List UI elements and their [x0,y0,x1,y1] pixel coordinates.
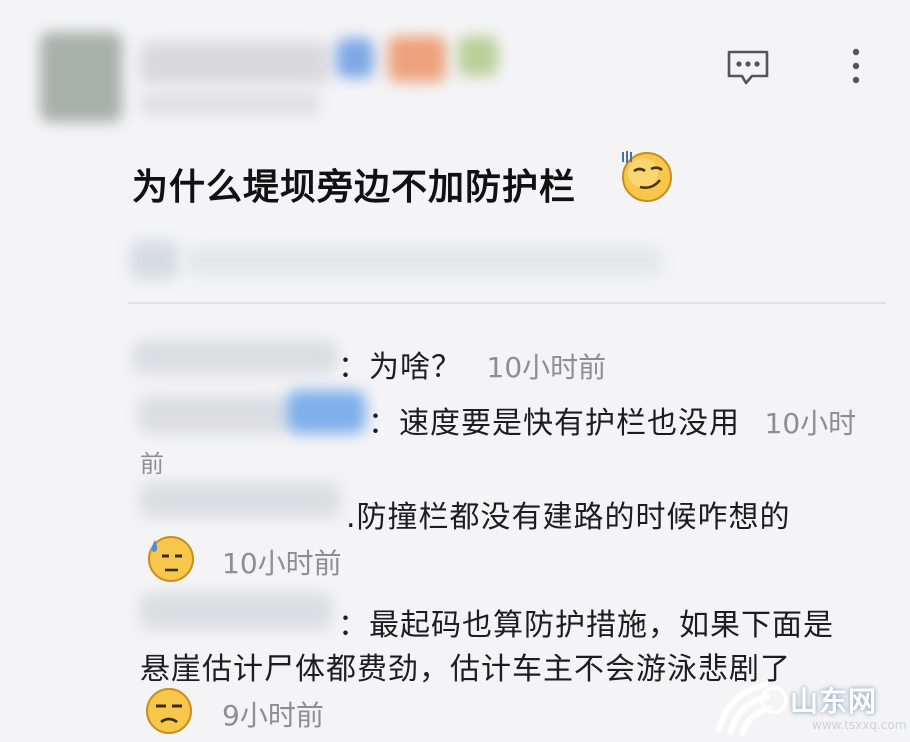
more-options-button[interactable] [842,44,870,88]
comment-time: 9小时前 [222,699,324,732]
commenter-name-redacted[interactable] [140,592,332,630]
post-meta-redacted [140,92,320,116]
comment-button[interactable] [724,48,772,88]
comment-time: 10小时 [764,407,857,440]
commenter-name-redacted[interactable] [132,340,338,374]
post-title: 为什么堤坝旁边不加防护栏 [132,167,577,208]
watermark-url: www.tsxxq.com [812,718,907,732]
more-vertical-icon [852,48,860,84]
comment-item[interactable]: ：速度要是快有护栏也没用 10小时 [368,398,856,442]
author-badge-redacted [336,38,374,78]
author-badge-redacted [458,36,498,76]
comment-text: ：最起码也算防护措施，如果下面是 [338,608,834,643]
comment-item[interactable]: ：最起码也算防护措施，如果下面是 [338,600,834,644]
watermark-brand: 山东网 [790,685,878,718]
comment-text-line2: 悬崖估计尸体都费劲，估计车主不会游泳悲剧了 [140,652,791,687]
comment-text: ：为啥？ [338,350,462,385]
author-avatar[interactable] [40,32,122,122]
comment-time-wrap: 前 [140,450,164,478]
comment-item[interactable]: ：为啥？ 10小时前 [338,342,606,386]
comment-text: .防撞栏都没有建路的时候咋想的 [346,500,791,535]
author-name-redacted[interactable] [140,42,330,84]
comment-time: 10小时前 [222,547,342,580]
comment-item[interactable]: .防撞栏都没有建路的时候咋想的 [346,492,791,536]
divider [128,302,886,304]
comment-bubble-icon [727,50,769,85]
commenter-name-redacted[interactable] [138,396,288,434]
post-body-redacted [130,240,178,280]
unamused-emoji-icon [146,688,192,734]
smirk-emoji-icon [622,151,672,202]
comment-time: 10小时前 [486,351,607,384]
post-body-redacted [186,246,662,276]
sweat-emoji-icon [148,536,194,582]
comment-text: ：速度要是快有护栏也没用 [368,406,740,441]
commenter-name-redacted[interactable] [140,482,340,518]
commenter-badge-redacted [286,390,366,434]
author-badge-redacted [388,36,446,82]
